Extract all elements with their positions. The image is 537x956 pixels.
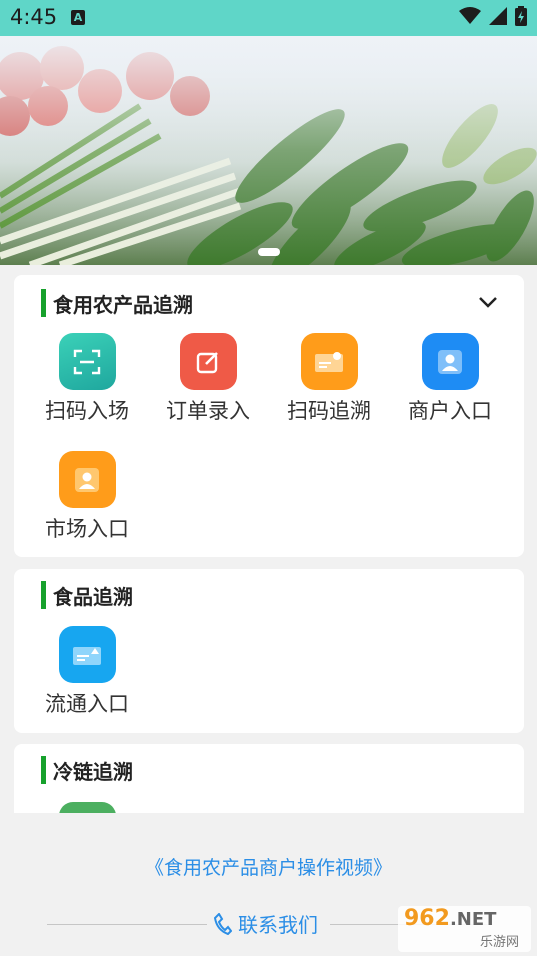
merchant-video-link[interactable]: 《食用农产品商户操作视频》 <box>0 853 537 880</box>
section-title: 冷链追溯 <box>40 756 133 784</box>
section-food-trace: 食品追溯 流通入口 <box>14 569 524 733</box>
status-bar: 4:45 A <box>0 0 537 36</box>
status-time: 4:45 <box>10 5 58 29</box>
cold-chain-item-icon[interactable] <box>59 802 116 813</box>
scan-trace-label: 扫码追溯 <box>287 399 371 423</box>
order-entry-button[interactable]: 订单录入 <box>148 333 268 425</box>
scan-entry-button[interactable]: 扫码入场 <box>27 333 147 425</box>
circulation-entry-label: 流通入口 <box>45 692 129 716</box>
edit-icon <box>179 333 237 390</box>
card-icon <box>300 333 358 390</box>
vegetables-banner-image <box>0 36 537 265</box>
section-cold-chain-trace: 冷链追溯 <box>14 744 524 813</box>
carousel-indicator <box>258 248 280 256</box>
chevron-down-icon[interactable] <box>478 296 498 308</box>
section-title: 食用农产品追溯 <box>40 289 193 317</box>
market-entry-label: 市场入口 <box>45 517 129 541</box>
merchant-entry-button[interactable]: 商户入口 <box>390 333 510 425</box>
scan-trace-button[interactable]: 扫码追溯 <box>269 333 389 425</box>
section-agri-trace: 食用农产品追溯 扫码入场 订单录入 扫码追溯 商户入口 市场入口 <box>14 275 524 557</box>
scan-icon <box>58 333 116 390</box>
section-title: 食品追溯 <box>40 581 133 609</box>
phone-icon <box>214 912 232 935</box>
order-entry-label: 订单录入 <box>166 399 250 423</box>
user-icon <box>421 333 479 390</box>
watermark-logo: 962.NET 乐游网 <box>398 906 531 952</box>
watermark-brand: 962 <box>404 906 450 931</box>
market-entry-button[interactable]: 市场入口 <box>27 451 147 543</box>
card-icon <box>58 626 116 683</box>
notification-icon: A <box>71 10 85 25</box>
banner-carousel[interactable] <box>0 36 537 265</box>
section-title-text: 冷链追溯 <box>53 759 133 784</box>
contact-us-label: 联系我们 <box>238 913 318 937</box>
battery-icon <box>515 6 527 26</box>
status-icons <box>459 6 527 26</box>
user-icon <box>58 451 116 508</box>
contact-us-button[interactable]: 联系我们 <box>214 909 318 938</box>
signal-icon <box>489 7 507 25</box>
section-title-text: 食品追溯 <box>53 584 133 609</box>
wifi-icon <box>459 7 481 24</box>
divider <box>47 924 207 925</box>
scan-entry-label: 扫码入场 <box>45 399 129 423</box>
merchant-entry-label: 商户入口 <box>408 399 492 423</box>
section-title-text: 食用农产品追溯 <box>53 292 193 317</box>
watermark-sub: 乐游网 <box>479 935 519 950</box>
watermark-suffix: .NET <box>449 909 497 930</box>
circulation-entry-button[interactable]: 流通入口 <box>27 626 147 718</box>
